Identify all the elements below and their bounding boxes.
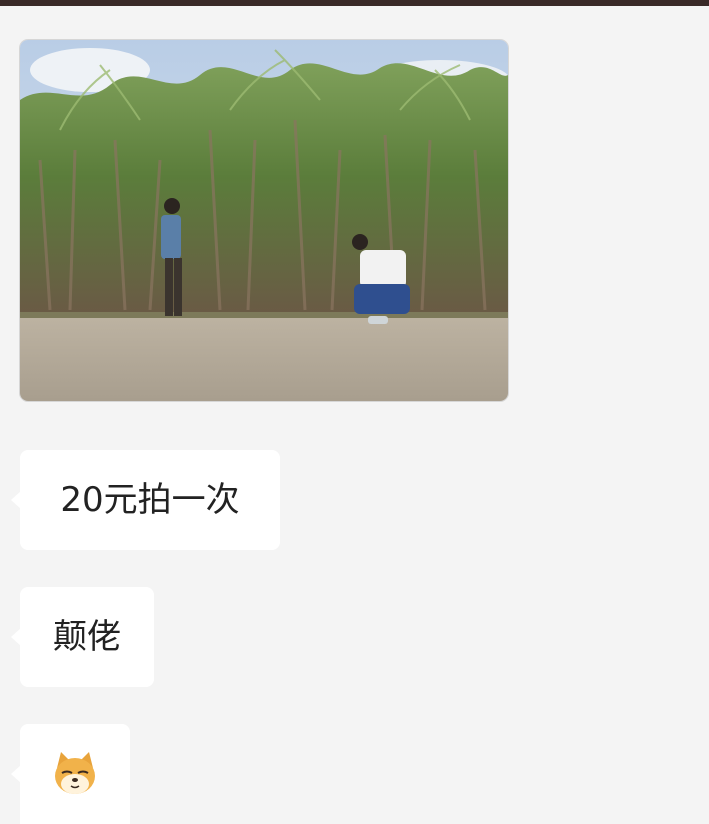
sugarcane-photo — [20, 40, 508, 401]
sticker-bubble[interactable] — [11, 724, 130, 824]
window-top-strip — [0, 0, 709, 6]
chat-bubble[interactable]: 颠佬 — [11, 587, 154, 687]
image-message[interactable] — [20, 40, 508, 401]
message-text: 20元拍一次 — [60, 480, 240, 520]
message-text: 颠佬 — [53, 617, 121, 657]
chat-bubble[interactable]: 20元拍一次 — [11, 450, 280, 550]
doge-emoji-icon — [55, 752, 95, 794]
